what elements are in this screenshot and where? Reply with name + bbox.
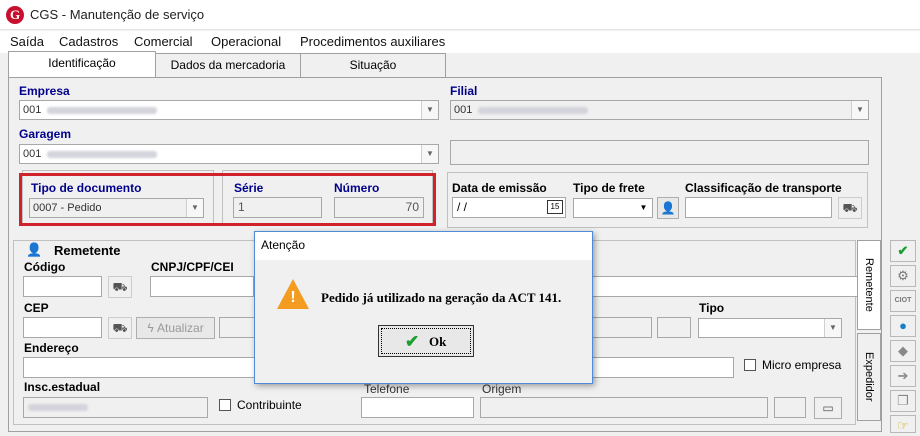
contact-card-icon[interactable]: ▭: [814, 397, 842, 419]
insc-estadual-field[interactable]: [23, 397, 208, 418]
cep-label: CEP: [24, 301, 49, 315]
endereco-field[interactable]: [23, 357, 255, 378]
classificacao-transporte-label: Classificação de transporte: [685, 181, 842, 195]
menu-comercial[interactable]: Comercial: [134, 34, 193, 49]
menu-procedimentos-auxiliares[interactable]: Procedimentos auxiliares: [300, 34, 445, 49]
micro-empresa-checkbox[interactable]: [744, 359, 756, 371]
menu-saida[interactable]: Saída: [10, 34, 44, 49]
filial-select[interactable]: 001 ▼: [450, 100, 869, 120]
atualizar-button[interactable]: ϟ Atualizar: [136, 317, 215, 339]
tipo-frete-select[interactable]: ▼: [573, 198, 653, 218]
chevron-down-icon[interactable]: ▼: [824, 319, 841, 337]
origem-field: [480, 397, 768, 418]
insc-estadual-label: Insc.estadual: [24, 380, 101, 394]
classificacao-transporte-field[interactable]: [685, 197, 832, 218]
cnpj-field[interactable]: [150, 276, 254, 297]
settings-gears-icon[interactable]: ⚙: [890, 265, 916, 287]
empresa-label: Empresa: [19, 84, 70, 98]
chevron-down-icon[interactable]: ▼: [851, 101, 868, 119]
contribuinte-label: Contribuinte: [237, 398, 302, 412]
binoculars-icon[interactable]: ⛟: [108, 276, 132, 298]
confirm-check-icon[interactable]: ✔: [890, 240, 916, 262]
filial-value: 001: [454, 104, 473, 116]
garagem-value: 001: [23, 148, 42, 160]
menu-bar: Saída Cadastros Comercial Operacional Pr…: [0, 31, 920, 53]
garagem-label: Garagem: [19, 127, 72, 141]
warning-exclamation-icon: !: [290, 289, 296, 306]
endereco-extra-field[interactable]: [590, 357, 734, 378]
atualizar-label: Atualizar: [157, 321, 204, 335]
tipo-select[interactable]: ▼: [698, 318, 842, 338]
window-title: CGS - Manutenção de serviço: [30, 7, 205, 22]
tab-situacao[interactable]: Situação: [300, 53, 446, 77]
dialog-title: Atenção: [255, 232, 592, 260]
tipo-label: Tipo: [699, 301, 725, 315]
empresa-value: 001: [23, 104, 42, 116]
check-icon: ✔: [405, 332, 420, 351]
tipo-frete-label: Tipo de frete: [573, 181, 645, 195]
garagem-description-field: [450, 140, 869, 165]
export-arrow-icon[interactable]: ➔: [890, 365, 916, 387]
calendar-icon[interactable]: 15: [547, 200, 563, 214]
origem-label: Origem: [482, 382, 522, 396]
filial-label: Filial: [450, 84, 478, 98]
chevron-down-icon[interactable]: ▼: [421, 101, 438, 119]
chevron-down-icon[interactable]: ▼: [635, 199, 652, 217]
data-emissao-field[interactable]: / / 15: [452, 197, 566, 218]
garagem-select[interactable]: 001 ▼: [19, 144, 439, 164]
data-emissao-value: / /: [457, 200, 468, 214]
binoculars-icon[interactable]: ⛟: [838, 197, 862, 219]
cep-field[interactable]: [23, 317, 102, 338]
globe-icon[interactable]: ●: [890, 315, 916, 337]
app-logo: G: [6, 6, 24, 24]
menu-operacional[interactable]: Operacional: [211, 34, 281, 49]
attention-dialog: Atenção ! Pedido já utilizado na geração…: [254, 231, 593, 384]
contribuinte-checkbox[interactable]: [219, 399, 231, 411]
uf-field: [590, 317, 652, 338]
hand-pointer-icon[interactable]: ☞: [890, 415, 916, 433]
ciot-icon[interactable]: CIOT: [890, 290, 916, 312]
micro-empresa-label: Micro empresa: [762, 358, 842, 372]
remetente-title: Remetente: [54, 243, 121, 258]
title-bar: G CGS - Manutenção de serviço: [0, 0, 920, 30]
telefone-label: Telefone: [364, 382, 410, 396]
cep-extra-field: [219, 317, 255, 338]
menu-cadastros[interactable]: Cadastros: [59, 34, 118, 49]
data-emissao-label: Data de emissão: [452, 181, 547, 195]
codigo-field[interactable]: [23, 276, 102, 297]
nome-field[interactable]: [590, 276, 868, 297]
person-icon: 👤: [26, 242, 43, 257]
copy-pages-icon[interactable]: ❐: [890, 390, 916, 412]
uf-code-field: [657, 317, 691, 338]
person-lookup-icon[interactable]: 👤: [657, 197, 679, 219]
endereco-label: Endereço: [24, 341, 79, 355]
tab-dados-mercadoria[interactable]: Dados da mercadoria: [155, 53, 301, 77]
chevron-down-icon[interactable]: ▼: [421, 145, 438, 163]
eraser-icon[interactable]: ◆: [890, 340, 916, 362]
dialog-message: Pedido já utilizado na geração da ACT 14…: [321, 290, 562, 305]
binoculars-icon[interactable]: ⛟: [108, 317, 132, 339]
cnpj-label: CNPJ/CPF/CEI: [151, 260, 234, 274]
side-tab-expedidor[interactable]: Expedidor: [857, 333, 881, 421]
red-highlight-box: [19, 173, 436, 226]
tab-identificacao[interactable]: Identificação: [8, 51, 156, 78]
lightning-icon: ϟ: [147, 321, 157, 335]
codigo-label: Código: [24, 260, 66, 274]
origem-code-field: [774, 397, 806, 418]
side-tab-remetente[interactable]: Remetente: [857, 240, 881, 330]
empresa-select[interactable]: 001 ▼: [19, 100, 439, 120]
ok-label: Ok: [429, 334, 447, 349]
ok-button[interactable]: ✔ Ok: [378, 325, 474, 357]
telefone-field[interactable]: [361, 397, 474, 418]
